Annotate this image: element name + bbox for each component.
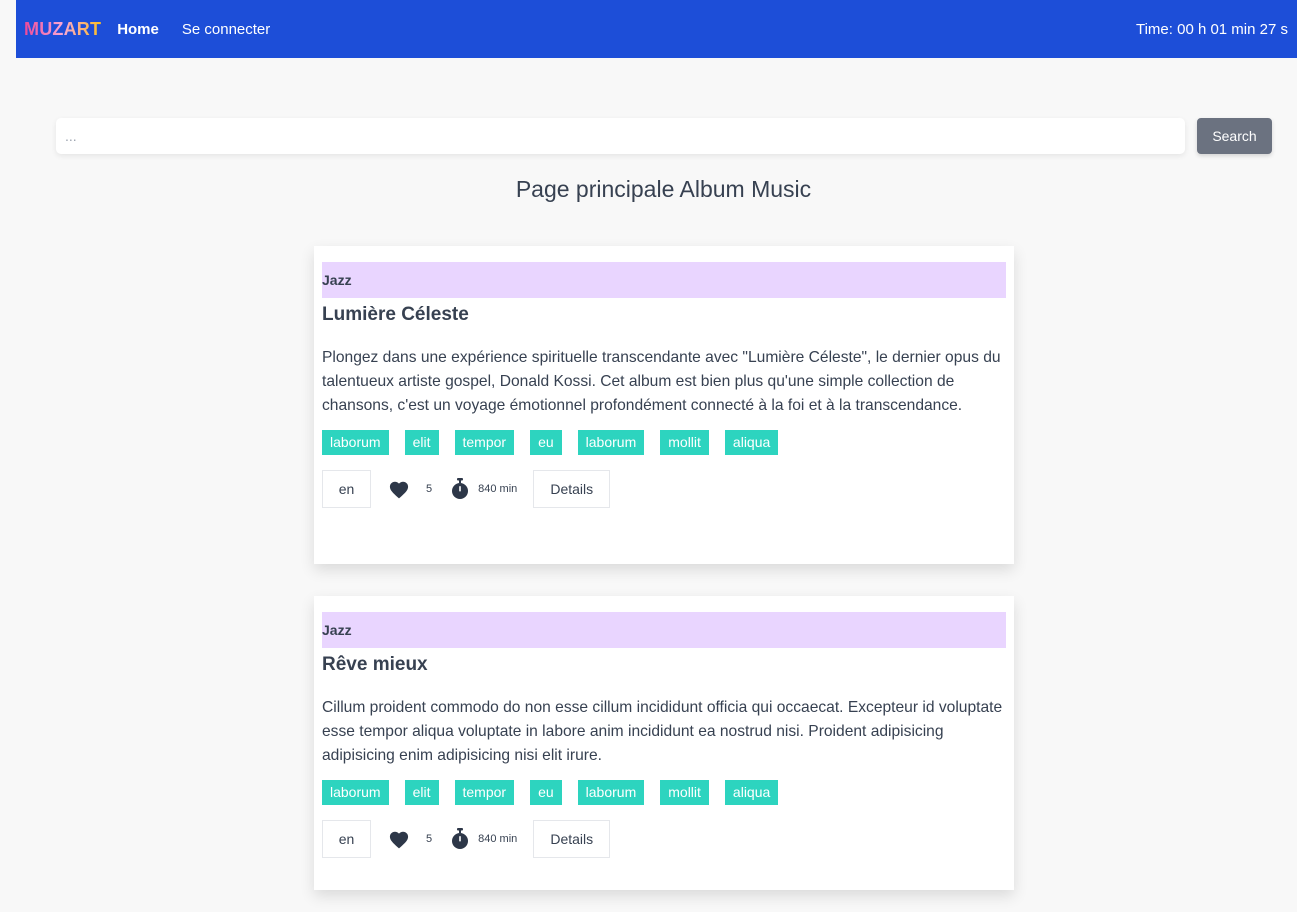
album-tags: laborum elit tempor eu laborum mollit al… [322, 430, 1006, 455]
nav-home-link[interactable]: Home [117, 21, 159, 38]
album-tag[interactable]: elit [404, 430, 439, 455]
search-bar: Search [56, 118, 1272, 154]
stopwatch-icon [450, 828, 470, 850]
details-button[interactable]: Details [533, 470, 611, 508]
album-tag[interactable]: tempor [454, 430, 515, 455]
album-tag[interactable]: tempor [454, 780, 515, 805]
album-duration: 840 min [478, 833, 518, 845]
album-tag[interactable]: aliqua [724, 780, 779, 805]
details-button[interactable]: Details [533, 820, 611, 858]
album-tag[interactable]: eu [530, 430, 562, 455]
album-duration: 840 min [478, 483, 518, 495]
album-tags: laborum elit tempor eu laborum mollit al… [322, 780, 1006, 805]
album-title: Rêve mieux [322, 654, 428, 675]
album-tag[interactable]: laborum [577, 430, 645, 455]
album-tag[interactable]: laborum [322, 430, 389, 455]
album-tag[interactable]: elit [404, 780, 439, 805]
album-tag[interactable]: laborum [322, 780, 389, 805]
brand-logo[interactable]: MUZART [24, 19, 101, 40]
album-card: Jazz Lumière Céleste Plongez dans une ex… [314, 246, 1014, 564]
album-meta: en 5 840 min Details [322, 820, 1006, 858]
album-tag[interactable]: eu [530, 780, 562, 805]
heart-icon[interactable] [388, 479, 410, 499]
likes-count: 5 [426, 483, 433, 495]
album-language: en [322, 820, 371, 858]
nav-login-link[interactable]: Se connecter [182, 21, 270, 38]
album-meta: en 5 840 min Details [322, 470, 1006, 508]
likes-count: 5 [426, 833, 433, 845]
album-title: Lumière Céleste [322, 304, 469, 325]
album-description: Plongez dans une expérience spirituelle … [322, 349, 1001, 414]
album-tag[interactable]: mollit [660, 430, 709, 455]
album-language: en [322, 470, 371, 508]
session-timer: Time: 00 h 01 min 27 s [1135, 20, 1288, 38]
album-card: Jazz Rêve mieux Cillum proident commodo … [314, 596, 1014, 890]
album-tag[interactable]: mollit [660, 780, 709, 805]
search-input[interactable] [56, 118, 1185, 154]
album-genre: Jazz [322, 262, 1006, 298]
stopwatch-icon [450, 478, 470, 500]
album-tag[interactable]: laborum [577, 780, 645, 805]
album-tag[interactable]: aliqua [724, 430, 779, 455]
search-button[interactable]: Search [1197, 118, 1272, 154]
album-description: Cillum proident commodo do non esse cill… [322, 699, 1003, 764]
album-genre: Jazz [322, 612, 1006, 648]
page-title: Page principale Album Music [515, 176, 812, 202]
heart-icon[interactable] [388, 829, 410, 849]
top-navbar: MUZART Home Se connecter Time: 00 h 01 m… [16, 0, 1297, 58]
